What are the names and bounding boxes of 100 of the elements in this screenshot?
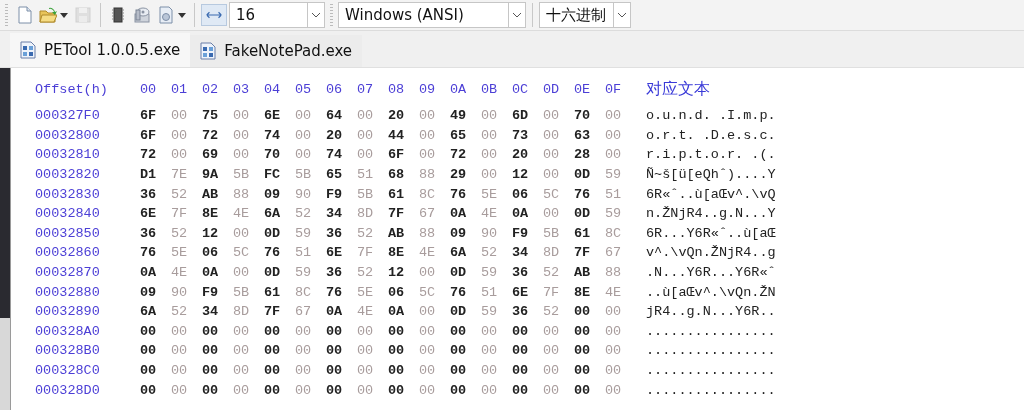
byte-cell-text: 00 <box>605 382 623 398</box>
byte-cell-text: 67 <box>605 245 623 261</box>
byte-cell-text: 00 <box>171 127 189 143</box>
disk-stack-icon <box>133 6 151 24</box>
byte-cell-text: 00 <box>202 382 220 398</box>
byte-cell-text: 00 <box>574 363 592 378</box>
column-header: 0B <box>481 81 499 97</box>
caret-icon <box>178 12 186 18</box>
column-header: 09 <box>419 81 437 97</box>
byte-cell-text: 00 <box>481 382 499 398</box>
file-tab[interactable]: FakeNotePad.exe <box>190 35 363 67</box>
byte-cell-text: 00 <box>326 323 344 339</box>
byte-cell-text: 0A <box>388 304 406 320</box>
byte-cell-text: 88 <box>605 265 623 281</box>
byte-cell-text: 52 <box>295 206 313 222</box>
byte-cell-text: 00 <box>419 323 437 339</box>
byte-cell-text: 00 <box>295 382 313 398</box>
byte-cell-text: 90 <box>481 225 499 241</box>
byte-cell-text: 00 <box>419 147 437 163</box>
encoding-dropdown[interactable]: Windows (ANSI) <box>338 2 526 28</box>
byte-cell-text: 6E <box>264 108 282 124</box>
width-arrows-icon[interactable] <box>201 4 227 26</box>
byte-cell-text: 90 <box>295 186 313 202</box>
byte-cell-text: 51 <box>357 167 375 183</box>
file-tab[interactable]: PETool 1.0.0.5.exe <box>10 33 191 67</box>
text-cell: .N...Y6R...Y6R«ˆ <box>646 265 776 281</box>
byte-cell-text: AB <box>202 186 220 202</box>
column-header: 00 <box>140 81 158 97</box>
byte-cell-text: 00 <box>419 127 437 143</box>
byte-cell-text: 00 <box>171 108 189 124</box>
byte-cell-text: 49 <box>450 108 468 124</box>
offset-cell-text: 00032840 <box>35 206 101 222</box>
byte-cell-text: 70 <box>264 147 282 163</box>
byte-cell-text: 7F <box>388 206 406 222</box>
byte-cell-text: 00 <box>171 323 189 339</box>
column-header: 01 <box>171 81 189 97</box>
byte-cell-text: 36 <box>512 265 530 281</box>
byte-cell-text: F9 <box>512 225 530 241</box>
offset-cell-text: 00032860 <box>35 245 101 261</box>
byte-cell-text: 00 <box>171 343 189 359</box>
chevron-down-icon <box>311 12 321 18</box>
byte-cell-text: 09 <box>140 284 158 300</box>
byte-cell-text: 0D <box>264 265 282 281</box>
byte-cell-text: 0A <box>202 265 220 281</box>
byte-cell-text: 4E <box>357 304 375 320</box>
byte-cell-text: 36 <box>140 225 158 241</box>
byte-cell-text: 36 <box>326 225 344 241</box>
byte-cell-text: 00 <box>543 363 561 378</box>
byte-cell-text: 36 <box>326 265 344 281</box>
byte-cell-text: 00 <box>357 108 375 124</box>
byte-cell-text: 73 <box>512 127 530 143</box>
byte-cell-text: 00 <box>388 363 406 378</box>
text-cell: ..ù[aŒv^.\vQn.ŽN <box>646 284 776 300</box>
offset-cell-text: 000328B0 <box>35 343 101 359</box>
byte-cell-text: 61 <box>574 225 592 241</box>
byte-cell-text: 09 <box>450 225 468 241</box>
byte-cell-text: 00 <box>543 206 561 222</box>
byte-cell-text: 00 <box>543 323 561 339</box>
text-cell: Ñ~š[ü[eQhˆ)....Y <box>646 167 776 183</box>
offset-cell-text: 00032870 <box>35 265 101 281</box>
byte-cell-text: 51 <box>295 245 313 261</box>
text-cell: ................ <box>646 323 776 339</box>
byte-cell-text: 6A <box>140 304 158 320</box>
byte-cell-text: 70 <box>574 108 592 124</box>
column-header: 0E <box>574 81 592 97</box>
display-mode-dropdown[interactable]: 十六进制 <box>539 2 631 28</box>
byte-cell-text: 00 <box>450 363 468 378</box>
text-cell: o.u.n.d. .I.m.p. <box>646 108 776 124</box>
column-header: 06 <box>326 81 344 97</box>
byte-cell-text: 00 <box>481 127 499 143</box>
byte-cell-text: 00 <box>295 323 313 339</box>
byte-cell-text: 4E <box>481 206 499 222</box>
byte-cell-text: 00 <box>202 363 220 378</box>
byte-cell-text: 72 <box>140 147 158 163</box>
byte-cell-text: F9 <box>326 186 344 202</box>
byte-cell-text: 4E <box>605 284 623 300</box>
byte-cell-text: 12 <box>512 167 530 183</box>
byte-cell-text: 61 <box>264 284 282 300</box>
binary-file-icon <box>200 42 217 60</box>
byte-cell-text: 6E <box>512 284 530 300</box>
byte-cell-text: 00 <box>481 167 499 183</box>
byte-cell-text: 90 <box>171 284 189 300</box>
byte-cell-text: 0D <box>264 225 282 241</box>
byte-cell-text: 00 <box>357 343 375 359</box>
byte-cell-text: 00 <box>543 108 561 124</box>
byte-cell-text: 68 <box>388 167 406 183</box>
byte-cell-text: 6E <box>140 206 158 222</box>
byte-cell-text: 9A <box>202 167 220 183</box>
byte-cell-text: 5E <box>357 284 375 300</box>
byte-cell-text: 00 <box>233 343 251 359</box>
bytes-per-row-dropdown[interactable]: 16 <box>229 2 325 28</box>
new-file-icon <box>15 6 33 24</box>
byte-cell-text: 00 <box>419 265 437 281</box>
byte-cell-text: 52 <box>481 245 499 261</box>
byte-cell-text: 00 <box>574 323 592 339</box>
column-header: 04 <box>264 81 282 97</box>
byte-cell-text: 00 <box>605 343 623 359</box>
byte-cell-text: 00 <box>140 382 158 398</box>
byte-cell-text: 00 <box>326 343 344 359</box>
byte-cell-text: 52 <box>171 186 189 202</box>
